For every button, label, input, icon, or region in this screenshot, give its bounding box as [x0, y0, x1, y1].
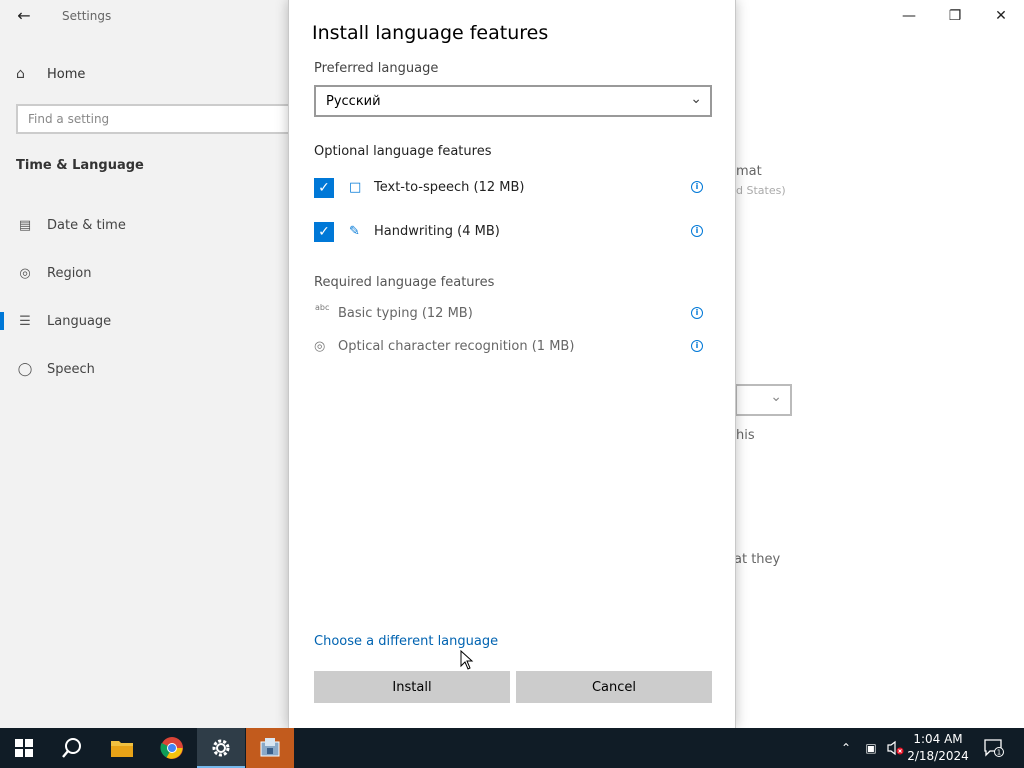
clock-time: 1:04 AM — [913, 732, 963, 746]
text-to-speech-checkbox[interactable]: ✓ — [314, 178, 334, 198]
language-icon: ☰ — [19, 313, 31, 329]
search-button[interactable] — [48, 728, 96, 768]
volume-button[interactable] — [884, 728, 906, 768]
chevron-up-icon: ⌃ — [840, 741, 852, 755]
sidebar-item-label: Language — [47, 313, 112, 329]
search-input[interactable] — [18, 106, 294, 132]
installer-icon — [260, 738, 280, 757]
preferred-language-select[interactable]: Русский ⌄ — [314, 85, 712, 117]
info-icon[interactable]: i — [691, 181, 703, 193]
volume-muted-icon — [887, 740, 904, 756]
folder-icon — [111, 741, 133, 757]
file-explorer-button[interactable] — [98, 728, 146, 768]
required-features-label: Required language features — [314, 275, 495, 290]
settings-taskbar-button[interactable] — [197, 728, 245, 768]
feature-label: Basic typing (12 MB) — [338, 306, 473, 321]
mouse-cursor-icon — [460, 650, 474, 670]
app-title: Settings — [62, 9, 112, 23]
background-dropdown[interactable]: ⌄ — [735, 384, 792, 416]
minimize-icon: — — [902, 8, 916, 24]
feature-label: Optical character recognition (1 MB) — [338, 339, 575, 354]
chevron-down-icon: ⌄ — [770, 389, 782, 405]
chrome-icon — [160, 737, 183, 759]
home-icon: ⌂ — [16, 66, 25, 82]
chrome-button[interactable] — [148, 728, 196, 768]
background-text: his — [736, 428, 755, 443]
background-text: d States) — [736, 184, 786, 197]
preferred-language-label: Preferred language — [314, 61, 439, 76]
network-button[interactable]: ▣ — [860, 728, 882, 768]
ocr-icon: ◎ — [314, 339, 326, 354]
home-link[interactable]: ⌂ Home — [16, 64, 85, 84]
sidebar-item-language[interactable]: ☰ Language — [0, 301, 290, 341]
notification-count: 1 — [997, 749, 1001, 757]
info-icon[interactable]: i — [691, 225, 703, 237]
background-text: at they — [734, 552, 781, 567]
network-icon: ▣ — [865, 741, 877, 755]
cancel-button[interactable]: Cancel — [516, 671, 712, 703]
back-button[interactable]: ← — [10, 5, 38, 27]
chevron-down-icon: ⌄ — [690, 91, 702, 107]
restore-icon: ❐ — [948, 8, 962, 24]
sidebar-item-label: Date & time — [47, 217, 126, 233]
sidebar-item-speech[interactable]: ◯ Speech — [0, 349, 290, 389]
clock-date: 2/18/2024 — [907, 749, 969, 763]
install-language-dialog: Install language features Preferred lang… — [288, 0, 736, 728]
dialog-title: Install language features — [312, 22, 549, 44]
minimize-button[interactable]: — — [886, 0, 932, 32]
title-bar: ← Settings — [0, 0, 290, 32]
speech-bubble-icon: □ — [349, 180, 362, 195]
action-center-button[interactable]: 1 — [980, 728, 1008, 768]
close-button[interactable]: ✕ — [978, 0, 1024, 32]
taskbar: ⌃ ▣ 1:04 AM 2/18/2024 1 — [0, 728, 1024, 768]
checkmark-icon: ✓ — [318, 224, 330, 240]
close-icon: ✕ — [995, 8, 1007, 24]
start-button[interactable] — [0, 728, 48, 768]
checkmark-icon: ✓ — [318, 180, 330, 196]
section-title: Time & Language — [16, 158, 144, 173]
sidebar-item-label: Speech — [47, 361, 95, 377]
info-icon[interactable]: i — [691, 307, 703, 319]
restore-button[interactable]: ❐ — [932, 0, 978, 32]
search-box[interactable] — [16, 104, 296, 134]
optional-features-label: Optional language features — [314, 144, 492, 159]
install-button[interactable]: Install — [314, 671, 510, 703]
feature-label: Text-to-speech (12 MB) — [374, 180, 525, 195]
background-text: mat — [736, 164, 762, 179]
sidebar-item-region[interactable]: ◎ Region — [0, 253, 290, 293]
notification-icon: 1 — [984, 739, 1004, 757]
choose-different-language-link[interactable]: Choose a different language — [314, 634, 498, 649]
back-arrow-icon: ← — [17, 6, 31, 25]
info-icon[interactable]: i — [691, 340, 703, 352]
sidebar-item-date-time[interactable]: ▤ Date & time — [0, 205, 290, 245]
sidebar: ← Settings ⌂ Home Time & Language ▤ Date… — [0, 0, 296, 728]
feature-label: Handwriting (4 MB) — [374, 224, 500, 239]
show-hidden-icons-button[interactable]: ⌃ — [836, 728, 856, 768]
home-label: Home — [47, 66, 86, 82]
windows-logo-icon — [15, 739, 33, 757]
microphone-icon: ◯ — [17, 361, 33, 377]
clock[interactable]: 1:04 AM 2/18/2024 — [906, 731, 970, 765]
gear-icon — [212, 739, 230, 757]
keyboard-abc-icon: abc — [315, 303, 330, 312]
sidebar-item-label: Region — [47, 265, 92, 281]
search-icon — [62, 738, 81, 758]
globe-icon: ◎ — [19, 265, 31, 281]
setup-app-button[interactable] — [246, 728, 294, 768]
selected-language: Русский — [326, 94, 381, 109]
calendar-clock-icon: ▤ — [18, 217, 32, 233]
handwriting-checkbox[interactable]: ✓ — [314, 222, 334, 242]
pen-icon: ✎ — [349, 224, 360, 239]
